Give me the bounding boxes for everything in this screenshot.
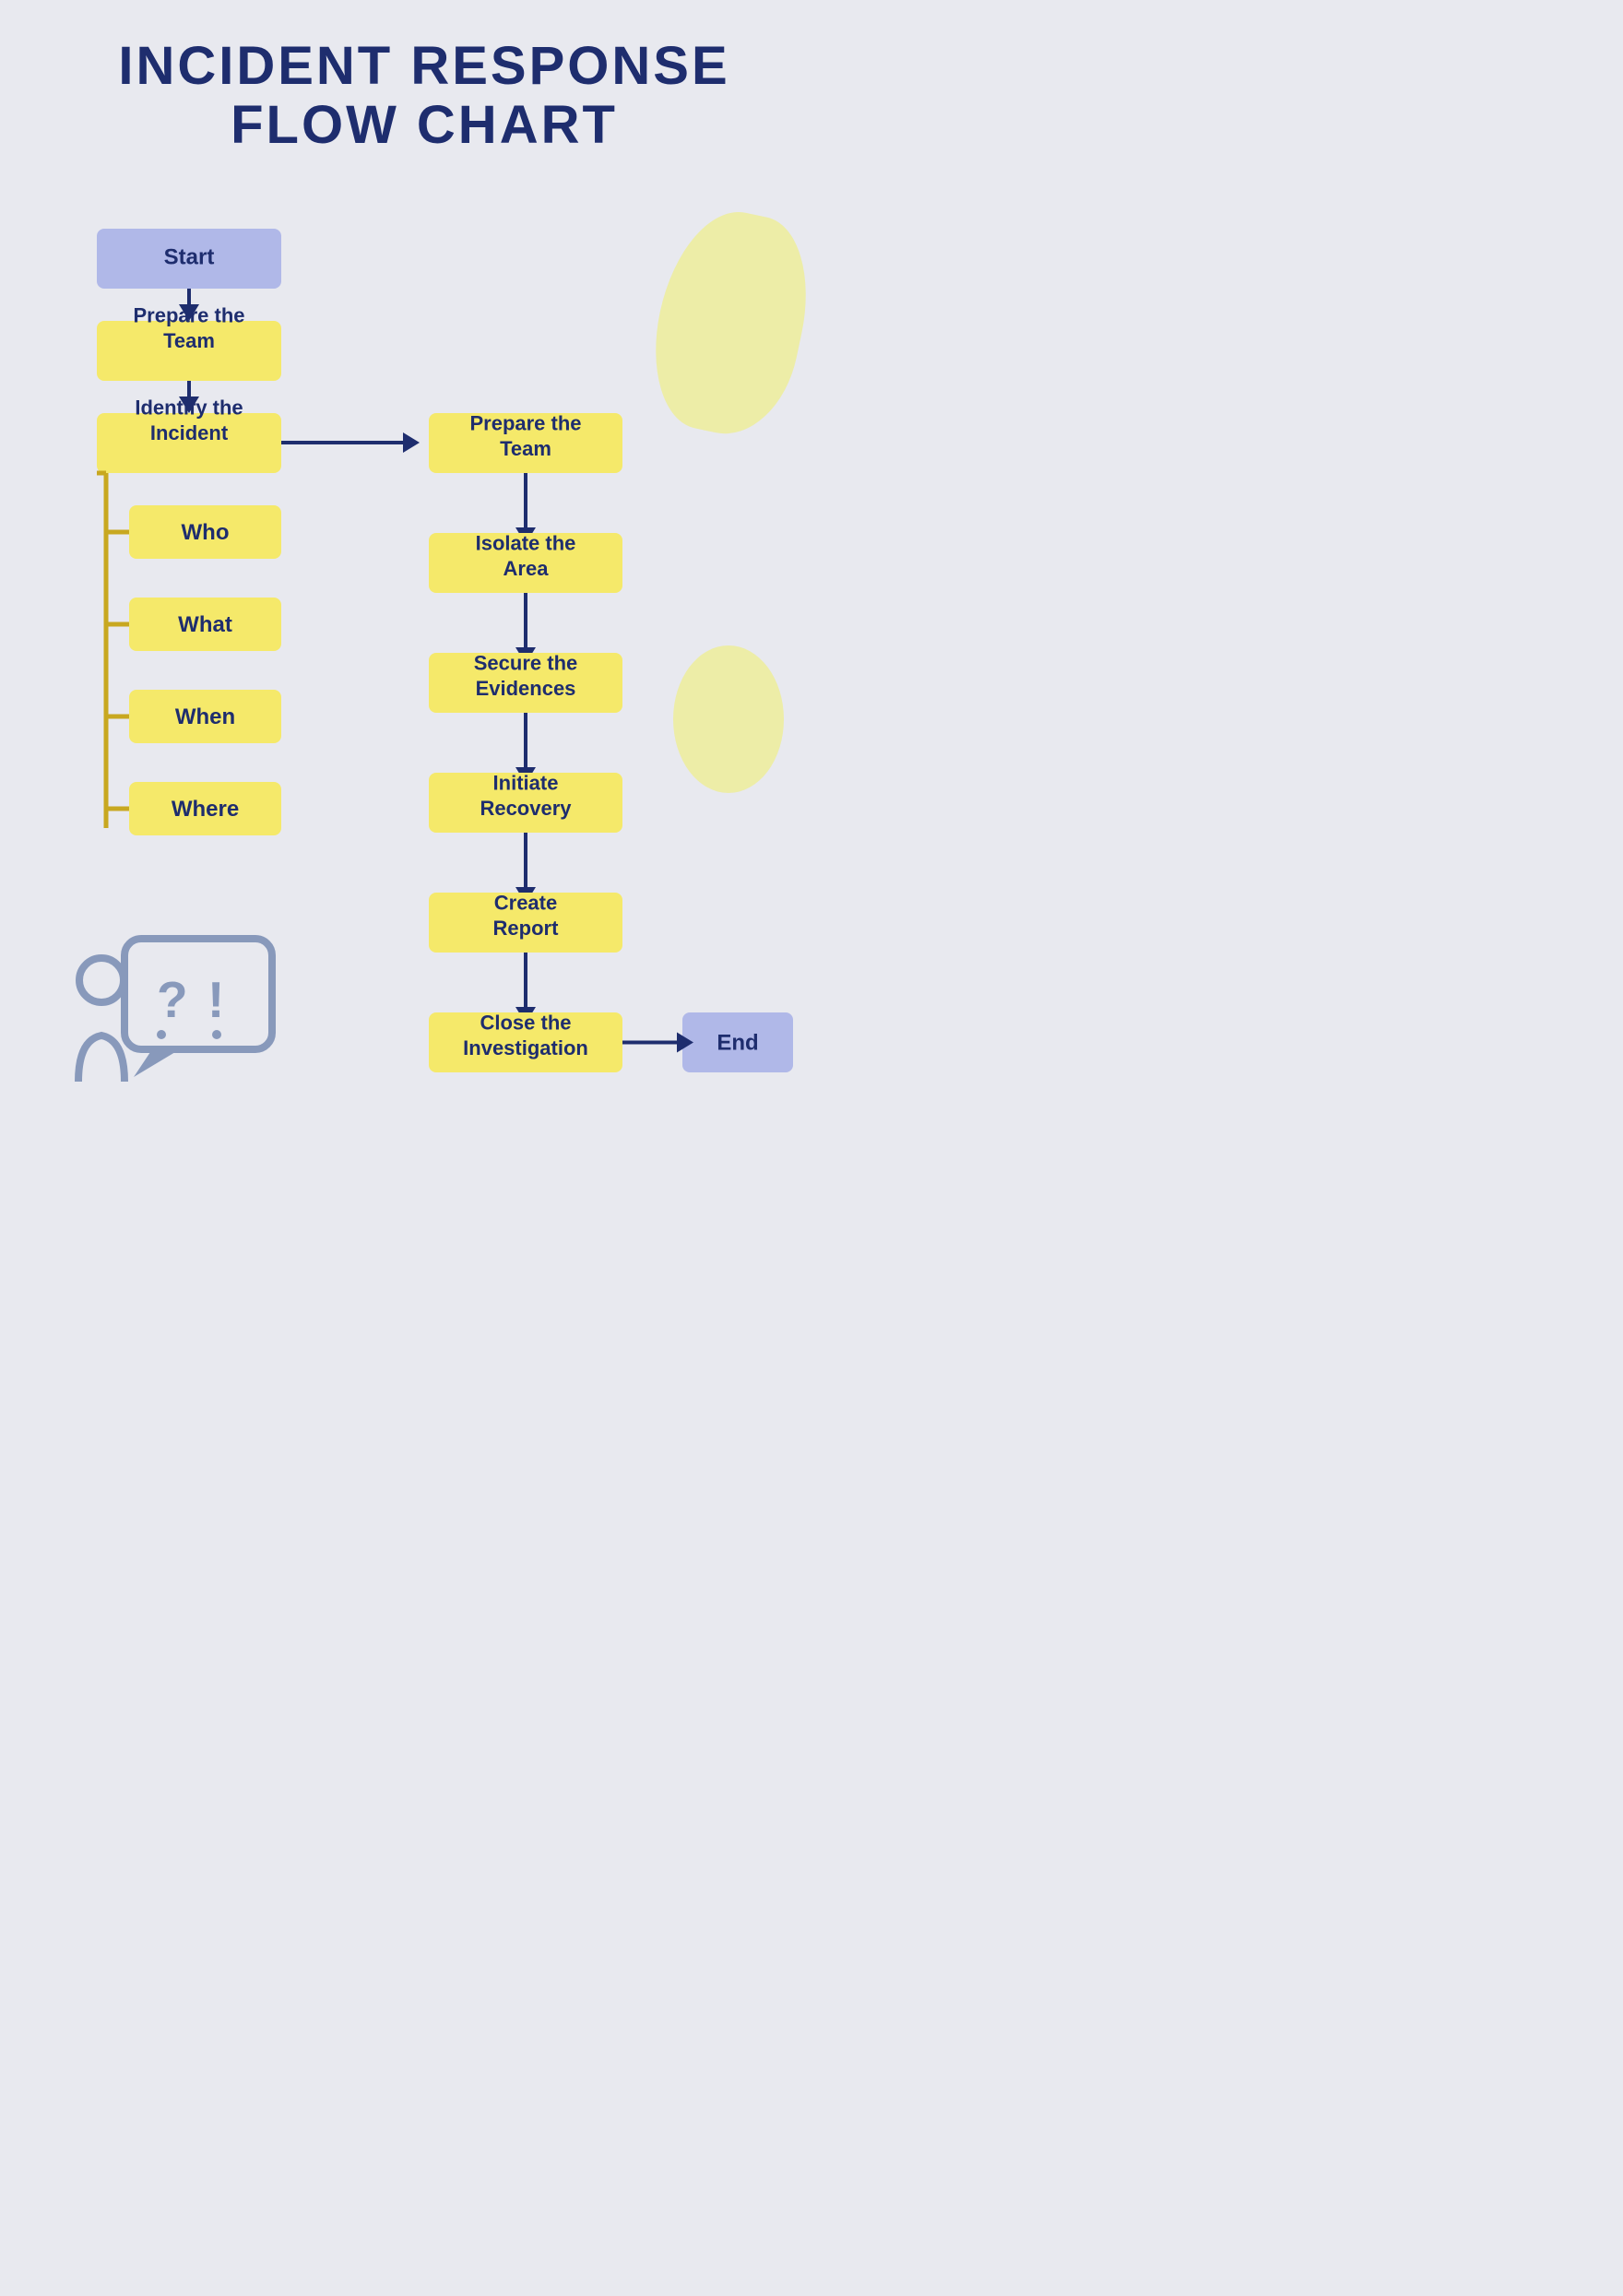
page-title: INCIDENT RESPONSEFLOW CHART bbox=[55, 37, 793, 155]
svg-text:?: ? bbox=[157, 971, 188, 1028]
svg-text:What: What bbox=[178, 612, 232, 637]
svg-text:Who: Who bbox=[182, 520, 230, 545]
svg-text:Where: Where bbox=[172, 797, 239, 822]
page: INCIDENT RESPONSEFLOW CHART StartPrepare … bbox=[0, 0, 848, 1225]
flowchart-svg: StartPrepare theTeamIdentify theIncident… bbox=[55, 201, 793, 1169]
title-line1: INCIDENT RESPONSE bbox=[55, 37, 793, 96]
svg-text:When: When bbox=[175, 704, 235, 729]
title-line2: FLOW CHART bbox=[55, 96, 793, 155]
svg-text:!: ! bbox=[207, 971, 224, 1028]
svg-text:End: End bbox=[717, 1030, 758, 1055]
svg-text:Start: Start bbox=[164, 244, 215, 269]
